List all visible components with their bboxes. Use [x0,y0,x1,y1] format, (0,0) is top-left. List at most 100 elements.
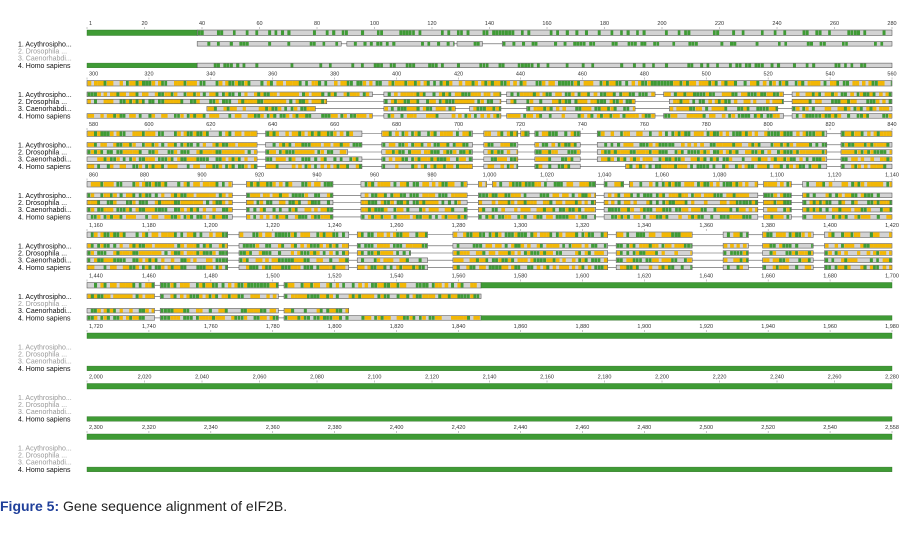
ruler-tick-label: 680 [392,122,401,128]
similar-residue [209,258,213,263]
identical-residue [773,92,776,97]
identical-residue [196,142,200,147]
similar-residue [346,142,350,147]
similar-residue [604,200,609,205]
identical-residue [436,142,440,147]
similar-residue [258,106,263,111]
identical-residue [635,265,639,270]
ruler-tick-label: 1,840 [452,324,466,330]
identical-region [86,62,198,68]
identical-residue [183,316,187,320]
similar-residue [669,106,674,111]
similar-residue [199,200,204,205]
identical-residue [548,150,552,154]
identical-residue [757,157,761,162]
identical-residue [485,30,489,36]
similar-residue [757,164,761,169]
identical-residue [238,157,241,162]
identical-residue [207,41,211,46]
identical-residue [412,265,416,270]
ruler-tick-label: 1,240 [328,223,342,229]
identical-residue [767,131,771,137]
identical-residue [329,316,333,320]
similar-residue [735,215,740,219]
identical-residue [374,200,378,205]
similar-residue [674,131,679,137]
similar-residue [222,150,226,154]
identical-residue [441,181,445,187]
similar-residue [658,131,663,137]
identical-residue [556,181,561,187]
identical-residue [426,99,430,104]
identical-residue [398,142,402,147]
similar-residue [234,114,239,118]
identical-residue [145,215,148,219]
similar-residue [815,131,819,137]
identical-residue [810,41,814,46]
similar-residue [863,215,868,219]
similar-residue [773,207,778,212]
identical-residue [567,142,571,147]
similar-residue [87,243,91,248]
identical-residue [674,157,678,162]
similar-residue [212,251,216,255]
identical-residue [851,200,855,205]
identical-residue [412,30,415,36]
ruler-tick-label: 400 [392,72,401,78]
identical-residue [103,265,107,270]
identical-residue [106,164,110,169]
similar-residue [90,181,95,187]
similar-residue [801,258,806,263]
similar-residue [319,232,324,238]
similar-residue [244,80,248,86]
similar-residue [501,265,506,270]
identical-residue [122,114,126,118]
similar-residue [338,258,343,263]
similar-residue [881,80,885,86]
similar-residue [196,114,201,118]
similar-residue [533,215,537,219]
identical-residue [716,150,720,154]
identical-residue [528,181,531,187]
identical-residue [293,243,297,248]
similar-residue [429,114,434,118]
similar-residue [873,251,877,255]
identical-residue [806,181,809,187]
similar-residue [362,114,367,118]
similar-residue [285,193,289,198]
similar-residue [293,106,298,111]
similar-residue [609,99,614,104]
identical-residue [560,181,563,187]
similar-residue [170,232,175,238]
similar-residue [297,294,302,299]
similar-residue [309,106,314,111]
similar-residue [110,207,114,212]
identical-residue [376,30,380,36]
similar-residue [356,114,360,118]
similar-residue [374,215,378,219]
identical-residue [850,30,854,36]
identical-residue [627,41,631,46]
similar-residue [581,106,586,111]
similar-residue [562,265,566,270]
similar-residue [145,243,149,248]
similar-residue [186,258,191,263]
similar-residue [606,114,610,118]
similar-residue [298,164,302,169]
similar-residue [854,157,858,162]
identical-residue [148,258,152,263]
similar-residue [285,142,289,147]
identical-residue [860,63,863,68]
similar-residue [271,265,275,270]
ruler-tick-label: 740 [578,122,587,128]
identical-residue [367,251,371,255]
similar-residue [438,92,443,97]
identical-residue [597,265,601,270]
similar-residue [269,131,274,137]
identical-residue [479,63,483,68]
similar-residue [863,114,867,118]
similar-residue [343,80,348,86]
identical-residue [321,92,325,97]
similar-residue [87,265,91,270]
similar-residue [193,207,197,212]
